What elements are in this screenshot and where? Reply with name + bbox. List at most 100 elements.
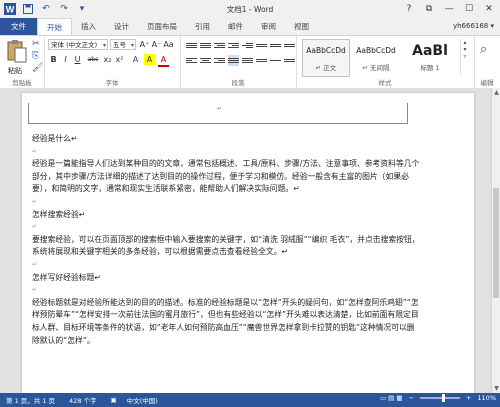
format-painter-icon[interactable]: 🖌 (32, 63, 43, 73)
numbering-icon[interactable] (200, 40, 211, 51)
tab-mailings[interactable]: 邮件 (219, 18, 252, 35)
change-case-button[interactable]: Aa (163, 39, 174, 50)
editing-label: 编辑 (480, 79, 494, 87)
vertical-scrollbar[interactable]: ▲ ▼ (491, 88, 500, 393)
help-button[interactable]: ? (400, 2, 418, 15)
editing-group: ⌕ 编辑 (474, 36, 500, 88)
view-mode-icons[interactable]: ▭ ▤ ▦ (380, 394, 403, 402)
shading-icon[interactable] (270, 55, 281, 66)
doc-blank-line: ↵ (32, 223, 38, 231)
sort-icon[interactable] (270, 40, 281, 51)
subscript-button[interactable]: x₂ (102, 54, 113, 65)
align-center-icon[interactable] (200, 55, 211, 66)
style-sample: AaBl (412, 43, 448, 59)
language[interactable]: 中文(中国) (127, 395, 158, 405)
copy-icon[interactable]: ⎘ (32, 51, 39, 61)
document-workspace: ↵ 经验是什么↵ ↵ 经验是一篇能指导人们达到某种目的的文章，通常包括概述、工具… (0, 88, 491, 393)
doc-heading: 怎样搜索经验↵ (32, 209, 86, 219)
align-right-icon[interactable] (214, 55, 225, 66)
doc-blank-line: ↵ (32, 286, 38, 294)
align-left-icon[interactable] (186, 55, 197, 66)
decrease-indent-icon[interactable] (228, 40, 239, 51)
superscript-button[interactable]: x² (114, 54, 125, 65)
find-icon[interactable]: ⌕ (480, 42, 487, 57)
cut-icon[interactable]: ✂ (32, 39, 40, 49)
tab-references[interactable]: 引用 (186, 18, 219, 35)
style-no-spacing[interactable]: AaBbCcDd ↵ 无间隔 (352, 39, 400, 77)
styles-scroll[interactable]: ▴ ▾ ▿ (460, 39, 469, 75)
font-group: 宋体 (中文正文) ▾ 五号 ▾ A⁺ A⁻ Aa B I U abc x₂ x² … (44, 36, 181, 88)
doc-paragraph: 要搜索经验，可以在页面顶部的搜索框中输入要搜索的关键字，如“清洗 羽绒服”“编织… (32, 234, 420, 257)
style-normal[interactable]: AaBbCcDd ↵ 正文 (302, 39, 350, 77)
font-size-select[interactable]: 五号 ▾ (110, 39, 136, 50)
ribbon-tabs: 文件 开始 插入 设计 页面布局 引用 邮件 审阅 视图 (0, 18, 500, 35)
document-page[interactable]: ↵ 经验是什么↵ ↵ 经验是一篇能指导人们达到某种目的的文章，通常包括概述、工具… (22, 93, 474, 393)
styles-group: AaBbCcDd ↵ 正文 AaBbCcDd ↵ 无间隔 AaBl 标题 1 ▴… (296, 36, 475, 88)
style-heading-1[interactable]: AaBl 标题 1 (402, 39, 458, 77)
align-buttons (186, 55, 295, 66)
proofing-icon[interactable]: ▣ (111, 396, 117, 404)
minimize-button[interactable]: — (440, 2, 458, 15)
status-bar: 第 1 页，共 1 页 428 个字 ▣ 中文(中国) ▭ ▤ ▦ − + 11… (0, 393, 500, 407)
show-marks-icon[interactable] (284, 40, 295, 51)
style-sample: AaBbCcDd (306, 46, 346, 55)
font-size-value: 五号 (113, 41, 126, 49)
zoom-level[interactable]: 110% (477, 394, 496, 402)
document-body[interactable]: 经验是什么↵ ↵ 经验是一篇能指导人们达到某种目的的文章，通常包括概述、工具/原… (32, 133, 420, 347)
font-name-value: 宋体 (中文正文) (51, 41, 98, 49)
doc-heading: 经验是什么↵ (32, 134, 78, 143)
justify-icon[interactable] (228, 55, 239, 66)
zoom-out-button[interactable]: − (409, 394, 414, 402)
tab-file[interactable]: 文件 (0, 18, 37, 35)
tab-insert[interactable]: 插入 (72, 18, 105, 35)
scroll-down-icon[interactable]: ▼ (492, 384, 500, 393)
chinese-layout-icon[interactable] (256, 40, 267, 51)
doc-paragraph: 经验是一篇能指导人们达到某种目的的文章，通常包括概述、工具/原料、步骤/方法、注… (32, 159, 420, 194)
underline-button[interactable]: U (72, 54, 83, 65)
multilevel-list-icon[interactable] (214, 40, 225, 51)
scroll-up-icon[interactable]: ▲ (492, 88, 500, 97)
doc-blank-line: ↵ (32, 260, 38, 268)
tab-view[interactable]: 视图 (285, 18, 318, 35)
line-spacing-icon[interactable] (256, 55, 267, 66)
grow-font-button[interactable]: A⁺ (139, 39, 150, 50)
italic-button[interactable]: I (60, 54, 71, 65)
maximize-button[interactable]: ☐ (460, 2, 478, 15)
paragraph-mark: ↵ (217, 105, 223, 112)
style-name: ↵ 正文 (315, 64, 337, 72)
zoom-slider-knob[interactable] (441, 394, 445, 402)
borders-icon[interactable] (284, 55, 295, 66)
tab-home[interactable]: 开始 (37, 18, 72, 35)
text-effects-button[interactable]: A (130, 54, 141, 65)
bullets-icon[interactable] (186, 40, 197, 51)
clipboard-label: 剪贴板 (12, 79, 32, 87)
bold-button[interactable]: B (48, 54, 59, 65)
title-bar: W ↶ ↷ ▾ 文档1 - Word ? ⧉ — ☐ ✕ (0, 0, 500, 19)
increase-indent-icon[interactable] (242, 40, 253, 51)
shrink-font-button[interactable]: A⁻ (151, 39, 162, 50)
chevron-down-icon: ▾ (102, 42, 106, 49)
style-sample: AaBbCcDd (356, 46, 396, 55)
doc-blank-line: ↵ (32, 147, 38, 155)
close-button[interactable]: ✕ (480, 2, 498, 15)
ribbon-display-button[interactable]: ⧉ (420, 2, 438, 15)
style-name: ↵ 无间隔 (362, 64, 390, 72)
strikethrough-button[interactable]: abc (86, 54, 100, 65)
font-color-button[interactable]: A (158, 54, 169, 67)
paste-button[interactable]: 粘贴 (8, 66, 22, 76)
doc-paragraph: 经验标题就是对经验所能达到的目的的描述。标准的经验标题是以“怎样”开头的疑问句，… (32, 297, 419, 345)
zoom-slider[interactable] (419, 394, 460, 402)
zoom-in-button[interactable]: + (466, 394, 471, 402)
scroll-thumb[interactable] (493, 188, 499, 298)
font-name-select[interactable]: 宋体 (中文正文) ▾ (48, 39, 108, 50)
tab-review[interactable]: 审阅 (252, 18, 285, 35)
page-count[interactable]: 第 1 页，共 1 页 (6, 395, 55, 405)
tab-page-layout[interactable]: 页面布局 (138, 18, 186, 35)
paste-icon[interactable] (6, 39, 28, 65)
word-count[interactable]: 428 个字 (69, 395, 96, 405)
distributed-icon[interactable] (242, 55, 253, 66)
tab-design[interactable]: 设计 (105, 18, 138, 35)
user-account[interactable]: yh666168 ▾ (453, 22, 494, 30)
paragraph-label: 段落 (231, 79, 245, 87)
highlight-button[interactable]: A (144, 54, 155, 65)
